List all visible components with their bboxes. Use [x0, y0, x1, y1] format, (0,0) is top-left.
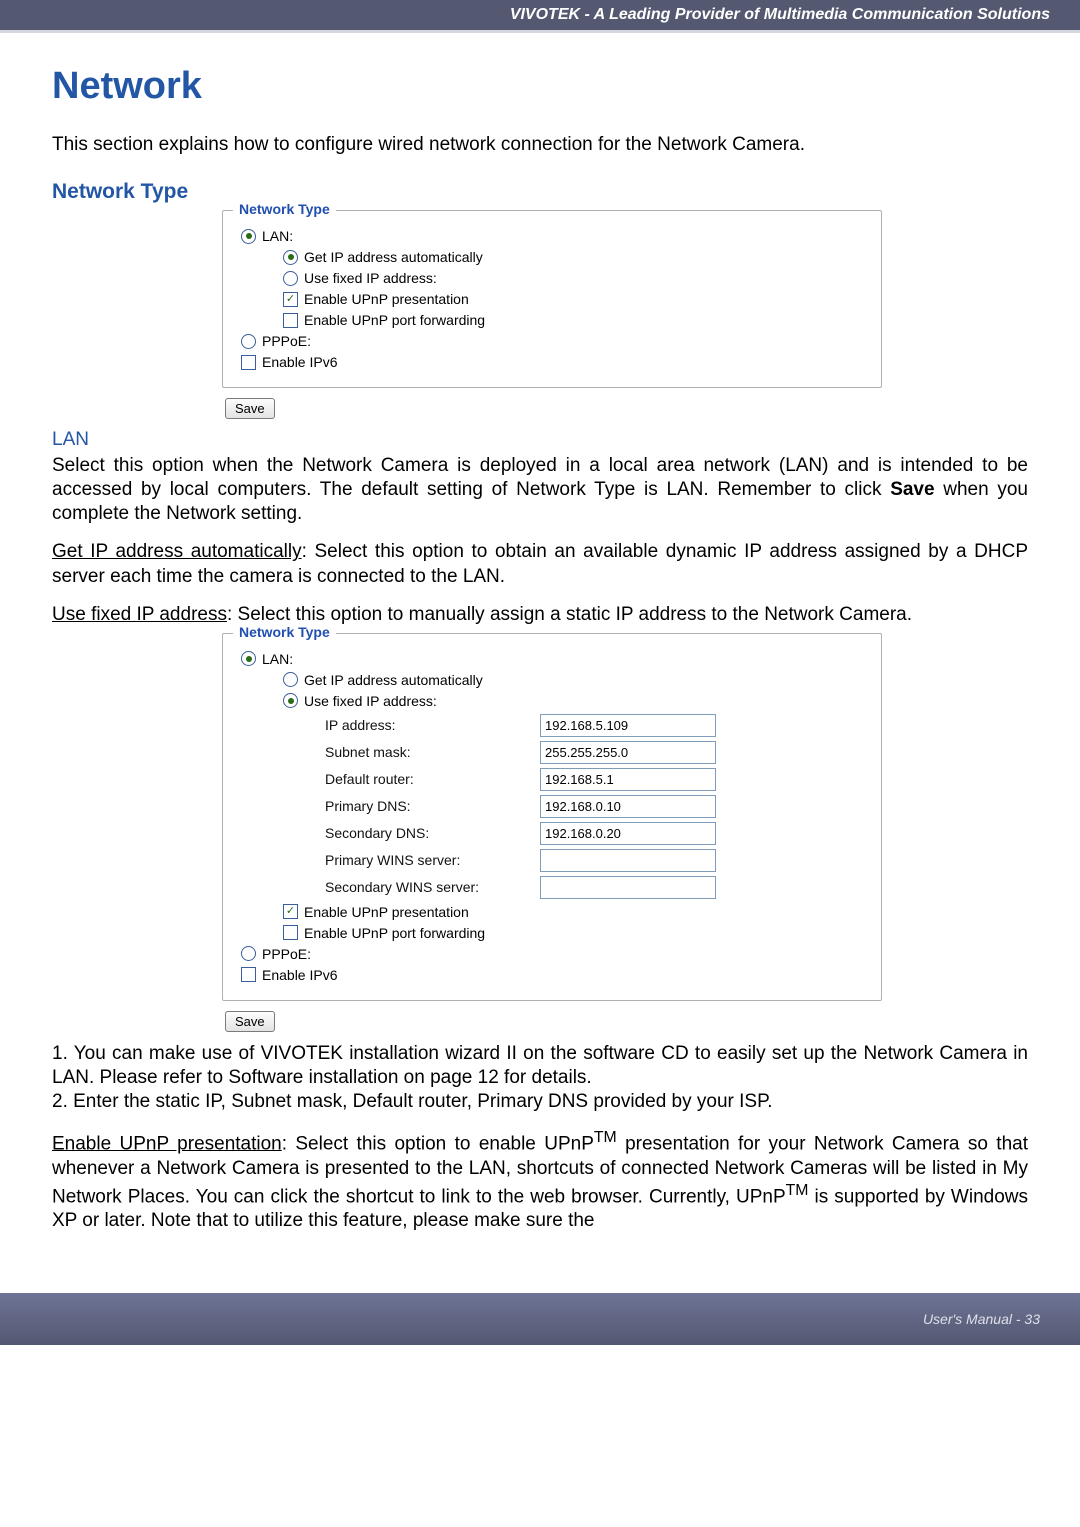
router-label: Default router: — [325, 771, 540, 787]
checkbox-upnp-pres-icon-2 — [283, 904, 298, 919]
router-row: Default router: — [325, 768, 863, 791]
lan-para3: Use fixed IP address: Select this option… — [52, 603, 1028, 627]
get-ip-auto-option-2[interactable]: Get IP address automatically — [283, 672, 863, 688]
intro-text: This section explains how to configure w… — [52, 134, 1028, 156]
swins-input[interactable] — [540, 876, 716, 899]
radio-fixedip-icon-2 — [283, 693, 298, 708]
radio-getip-icon — [283, 250, 298, 265]
radio-lan-icon — [241, 229, 256, 244]
subhead-lan: LAN — [52, 429, 1028, 451]
pppoe-label-2: PPPoE: — [262, 946, 311, 962]
checkbox-upnp-fwd-icon-2 — [283, 925, 298, 940]
lan-para2: Get IP address automatically: Select thi… — [52, 540, 1028, 588]
pwins-label: Primary WINS server: — [325, 852, 540, 868]
ip-address-label: IP address: — [325, 717, 540, 733]
lan-label-2: LAN: — [262, 651, 293, 667]
pdns-input[interactable] — [540, 795, 716, 818]
enable-upnp-pres-option[interactable]: Enable UPnP presentation — [283, 291, 863, 307]
enable-upnp-fwd-option[interactable]: Enable UPnP port forwarding — [283, 312, 863, 328]
pwins-input[interactable] — [540, 849, 716, 872]
lan-para3-u: Use fixed IP address — [52, 604, 227, 625]
page-footer: User's Manual - 33 — [0, 1293, 1080, 1345]
note-2: 2. Enter the static IP, Subnet mask, Def… — [52, 1090, 1028, 1114]
lan-label: LAN: — [262, 228, 293, 244]
network-type-fieldset: Network Type LAN: Get IP address automat… — [222, 210, 882, 388]
sdns-label: Secondary DNS: — [325, 825, 540, 841]
use-fixed-label-2: Use fixed IP address: — [304, 693, 437, 709]
checkbox-ipv6-icon-2 — [241, 967, 256, 982]
ipv6-label: Enable IPv6 — [262, 354, 338, 370]
pwins-row: Primary WINS server: — [325, 849, 863, 872]
header-banner: VIVOTEK - A Leading Provider of Multimed… — [0, 0, 1080, 30]
section-title: Network — [52, 65, 1028, 108]
router-input[interactable] — [540, 768, 716, 791]
note-1: 1. You can make use of VIVOTEK installat… — [52, 1042, 1028, 1090]
sdns-input[interactable] — [540, 822, 716, 845]
checkbox-ipv6-icon — [241, 355, 256, 370]
get-ip-auto-label: Get IP address automatically — [304, 249, 483, 265]
swins-label: Secondary WINS server: — [325, 879, 540, 895]
use-fixed-ip-option-2[interactable]: Use fixed IP address: — [283, 693, 863, 709]
upnp-para: Enable UPnP presentation: Select this op… — [52, 1128, 1028, 1233]
pdns-label: Primary DNS: — [325, 798, 540, 814]
checkbox-upnp-fwd-icon — [283, 313, 298, 328]
lan-para1-bold: Save — [890, 479, 934, 500]
lan-para3-rest: : Select this option to manually assign … — [227, 604, 912, 625]
get-ip-auto-label-2: Get IP address automatically — [304, 672, 483, 688]
subhead-network-type: Network Type — [52, 180, 1028, 204]
use-fixed-label: Use fixed IP address: — [304, 270, 437, 286]
radio-pppoe-icon-2 — [241, 946, 256, 961]
tm-2: TM — [786, 1182, 809, 1199]
radio-lan-icon-2 — [241, 651, 256, 666]
checkbox-upnp-pres-icon — [283, 292, 298, 307]
fieldset-legend-2: Network Type — [233, 624, 336, 640]
upnp-pres-label: Enable UPnP presentation — [304, 291, 469, 307]
ip-address-row: IP address: — [325, 714, 863, 737]
upnp-fwd-label: Enable UPnP port forwarding — [304, 312, 485, 328]
radio-pppoe-icon — [241, 334, 256, 349]
enable-upnp-pres-option-2[interactable]: Enable UPnP presentation — [283, 904, 863, 920]
subnet-label: Subnet mask: — [325, 744, 540, 760]
page-content: Network This section explains how to con… — [0, 45, 1080, 1293]
lan-option-2[interactable]: LAN: — [241, 651, 863, 667]
get-ip-auto-option[interactable]: Get IP address automatically — [283, 249, 863, 265]
upnp-para-u: Enable UPnP presentation — [52, 1133, 282, 1154]
upnp-pres-label-2: Enable UPnP presentation — [304, 904, 469, 920]
header-divider — [0, 30, 1080, 45]
save-button-2[interactable]: Save — [225, 1011, 275, 1032]
upnp-para-a: : Select this option to enable UPnP — [282, 1133, 594, 1154]
footer-text: User's Manual - 33 — [923, 1311, 1040, 1327]
save-button[interactable]: Save — [225, 398, 275, 419]
pdns-row: Primary DNS: — [325, 795, 863, 818]
sdns-row: Secondary DNS: — [325, 822, 863, 845]
network-type-panel-1: Network Type LAN: Get IP address automat… — [222, 210, 882, 419]
subnet-input[interactable] — [540, 741, 716, 764]
lan-para1: Select this option when the Network Came… — [52, 454, 1028, 526]
lan-option[interactable]: LAN: — [241, 228, 863, 244]
swins-row: Secondary WINS server: — [325, 876, 863, 899]
pppoe-option-2[interactable]: PPPoE: — [241, 946, 863, 962]
ip-address-input[interactable] — [540, 714, 716, 737]
fieldset-legend: Network Type — [233, 201, 336, 217]
enable-ipv6-option[interactable]: Enable IPv6 — [241, 354, 863, 370]
upnp-fwd-label-2: Enable UPnP port forwarding — [304, 925, 485, 941]
tm-1: TM — [594, 1129, 617, 1146]
radio-fixedip-icon — [283, 271, 298, 286]
ipv6-label-2: Enable IPv6 — [262, 967, 338, 983]
lan-para2-u: Get IP address automatically — [52, 541, 302, 562]
pppoe-label: PPPoE: — [262, 333, 311, 349]
pppoe-option[interactable]: PPPoE: — [241, 333, 863, 349]
subnet-row: Subnet mask: — [325, 741, 863, 764]
radio-getip-icon-2 — [283, 672, 298, 687]
network-type-panel-2: Network Type LAN: Get IP address automat… — [222, 633, 882, 1032]
lan-para1-a: Select this option when the Network Came… — [52, 455, 1028, 500]
enable-ipv6-option-2[interactable]: Enable IPv6 — [241, 967, 863, 983]
enable-upnp-fwd-option-2[interactable]: Enable UPnP port forwarding — [283, 925, 863, 941]
network-type-fieldset-2: Network Type LAN: Get IP address automat… — [222, 633, 882, 1001]
use-fixed-ip-option[interactable]: Use fixed IP address: — [283, 270, 863, 286]
